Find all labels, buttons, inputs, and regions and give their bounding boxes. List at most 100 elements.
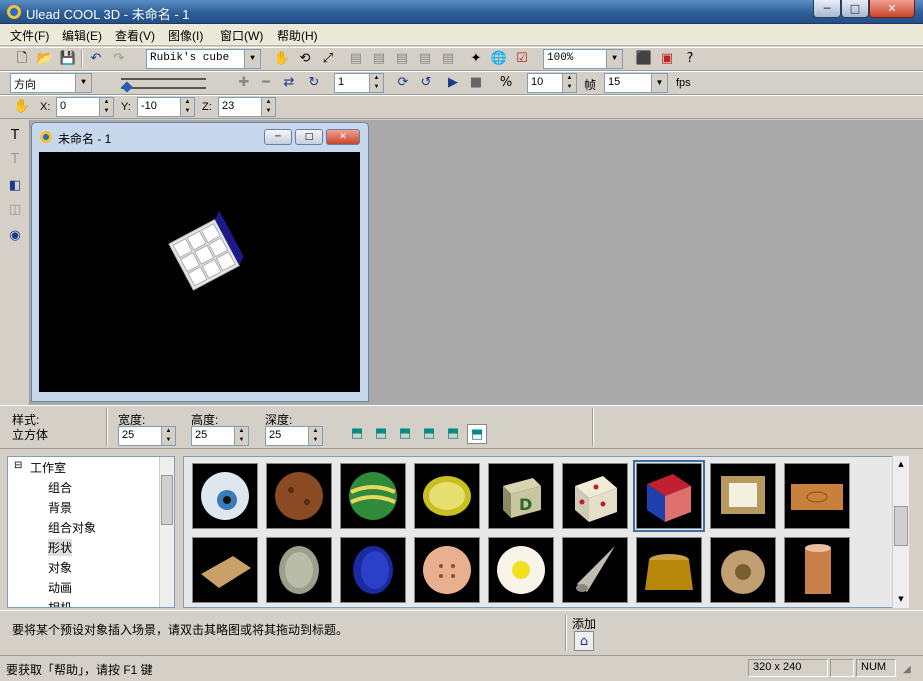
hand-move-icon[interactable]: ✋	[272, 49, 292, 69]
add-keyframe-icon[interactable]: ✚	[234, 73, 254, 93]
chevron-down-icon[interactable]: ▼	[651, 74, 667, 92]
rubiks-cube-render[interactable]	[39, 152, 360, 392]
thumb-egg[interactable]	[488, 537, 554, 603]
x-field[interactable]: 0 ▲ ▼	[56, 97, 114, 117]
graphics-icon[interactable]: ◉	[5, 226, 25, 246]
tree-item-selected[interactable]: 形状	[48, 539, 73, 556]
width-field[interactable]: 25 ▲ ▼	[118, 426, 176, 446]
panel-splitter[interactable]	[0, 449, 923, 455]
minimize-button[interactable]: ─	[813, 0, 841, 18]
chevron-down-icon[interactable]: ▼	[606, 50, 622, 68]
thumb-picture-frame[interactable]	[710, 463, 776, 529]
resize-object-icon[interactable]: ⤢	[318, 49, 338, 69]
tree-item[interactable]: 相机	[48, 599, 72, 607]
cube-style-icon[interactable]: ⬒	[443, 424, 463, 444]
insert-geometry-icon[interactable]: ◫	[5, 200, 25, 220]
spin-arrows-icon[interactable]: ▲ ▼	[234, 427, 248, 445]
thumb-lock[interactable]	[710, 537, 776, 603]
chevron-down-icon[interactable]: ▼	[75, 74, 91, 92]
insert-object-icon[interactable]: ◧	[5, 176, 25, 196]
thumb-striped-ball[interactable]	[340, 463, 406, 529]
save-icon[interactable]: 💾	[58, 49, 78, 69]
thumb-cork-tile[interactable]	[192, 537, 258, 603]
spin-arrows-icon[interactable]: ▲ ▼	[562, 74, 576, 92]
depth-field[interactable]: 25 ▲ ▼	[265, 426, 323, 446]
spin-arrows-icon[interactable]: ▲ ▼	[180, 98, 194, 116]
zoom-select[interactable]: 100% ▼	[543, 49, 623, 69]
tree-root[interactable]: 工作室	[30, 459, 66, 476]
align-icon[interactable]: ▤	[415, 49, 435, 69]
tree-item[interactable]: 动画	[48, 579, 72, 596]
resize-grip-icon[interactable]: ◢	[903, 664, 911, 675]
position-mode-icon[interactable]: ✋	[12, 97, 32, 117]
thumb-blue-disc[interactable]	[340, 537, 406, 603]
collapse-icon[interactable]: ⊟	[14, 460, 22, 471]
light-icon[interactable]: ✦	[466, 49, 486, 69]
scroll-thumb[interactable]	[161, 475, 173, 525]
menu-file[interactable]: 文件(F)	[10, 27, 49, 44]
thumb-wood-plank[interactable]	[784, 463, 850, 529]
gallery-scrollbar[interactable]: ▲ ▼	[892, 456, 909, 608]
thumb-letter-block[interactable]: D	[488, 463, 554, 529]
redo-icon[interactable]: ↷	[109, 49, 129, 69]
height-field[interactable]: 25 ▲ ▼	[191, 426, 249, 446]
menu-window[interactable]: 窗口(W)	[220, 27, 263, 44]
thumb-rubiks-cube[interactable]	[633, 460, 705, 532]
close-button[interactable]: ✕	[869, 0, 915, 18]
z-field[interactable]: 23 ▲ ▼	[218, 97, 276, 117]
align-icon[interactable]: ▤	[369, 49, 389, 69]
thumb-spool[interactable]	[784, 537, 850, 603]
cube-style-icon[interactable]: ⬒	[419, 424, 439, 444]
spin-arrows-icon[interactable]: ▲ ▼	[369, 74, 383, 92]
spin-arrows-icon[interactable]: ▲ ▼	[99, 98, 113, 116]
thumb-eyeball[interactable]	[192, 463, 258, 529]
context-help-icon[interactable]: ?	[680, 49, 700, 69]
new-file-icon[interactable]: 🗋	[12, 49, 32, 69]
y-field[interactable]: -10 ▲ ▼	[137, 97, 195, 117]
tree-item[interactable]: 对象	[48, 559, 72, 576]
check-icon[interactable]: ☑	[512, 49, 532, 69]
export-icon[interactable]: ⬛	[634, 49, 654, 69]
menu-edit[interactable]: 编辑(E)	[62, 27, 102, 44]
thumb-button[interactable]	[414, 537, 480, 603]
thumb-cookie[interactable]	[266, 463, 332, 529]
reverse-icon[interactable]: ⇄	[279, 73, 299, 93]
cube-style-icon[interactable]: ⬒	[395, 424, 415, 444]
thumb-coin[interactable]	[266, 537, 332, 603]
timeline-slider[interactable]	[103, 74, 228, 93]
loop-icon[interactable]: ↻	[304, 73, 324, 93]
open-folder-icon[interactable]: 📂	[35, 49, 55, 69]
play-icon[interactable]: ▶	[443, 73, 463, 93]
text-tool-icon[interactable]: T	[5, 126, 25, 146]
spin-arrows-icon[interactable]: ▲ ▼	[308, 427, 322, 445]
web-icon[interactable]: ▣	[657, 49, 677, 69]
cube-style-selected-icon[interactable]: ⬒	[467, 424, 487, 444]
tree-item[interactable]: 背景	[48, 499, 72, 516]
tree-item[interactable]: 组合对象	[48, 519, 96, 536]
spin-arrows-icon[interactable]: ▲ ▼	[161, 427, 175, 445]
fps-select[interactable]: 15 ▼	[604, 73, 668, 93]
frames-icon[interactable]: %	[496, 73, 516, 93]
tree-scrollbar[interactable]	[159, 457, 174, 607]
tree-item[interactable]: 组合	[48, 479, 72, 496]
cube-style-icon[interactable]: ⬒	[371, 424, 391, 444]
scroll-thumb[interactable]	[894, 506, 908, 546]
repeat-icon[interactable]: ⟳	[393, 73, 413, 93]
align-icon[interactable]: ▤	[392, 49, 412, 69]
menu-view[interactable]: 查看(V)	[115, 27, 155, 44]
doc-minimize-button[interactable]: ─	[264, 129, 292, 145]
text-edit-icon[interactable]: T	[5, 150, 25, 170]
align-icon[interactable]: ▤	[346, 49, 366, 69]
globe-icon[interactable]: 🌐	[489, 49, 509, 69]
spin-arrows-icon[interactable]: ▲ ▼	[261, 98, 275, 116]
cube-style-icon[interactable]: ⬒	[347, 424, 367, 444]
stop-icon[interactable]: ■	[466, 73, 486, 93]
frame-stepper[interactable]: 1 ▲ ▼	[334, 73, 384, 93]
doc-close-button[interactable]: ✕	[326, 129, 360, 145]
maximize-button[interactable]: □	[841, 0, 869, 18]
menu-image[interactable]: 图像(I)	[168, 27, 203, 44]
thumb-cone[interactable]	[562, 537, 628, 603]
thumb-pot[interactable]	[636, 537, 702, 603]
render-canvas[interactable]	[39, 152, 360, 392]
align-icon[interactable]: ▤	[438, 49, 458, 69]
